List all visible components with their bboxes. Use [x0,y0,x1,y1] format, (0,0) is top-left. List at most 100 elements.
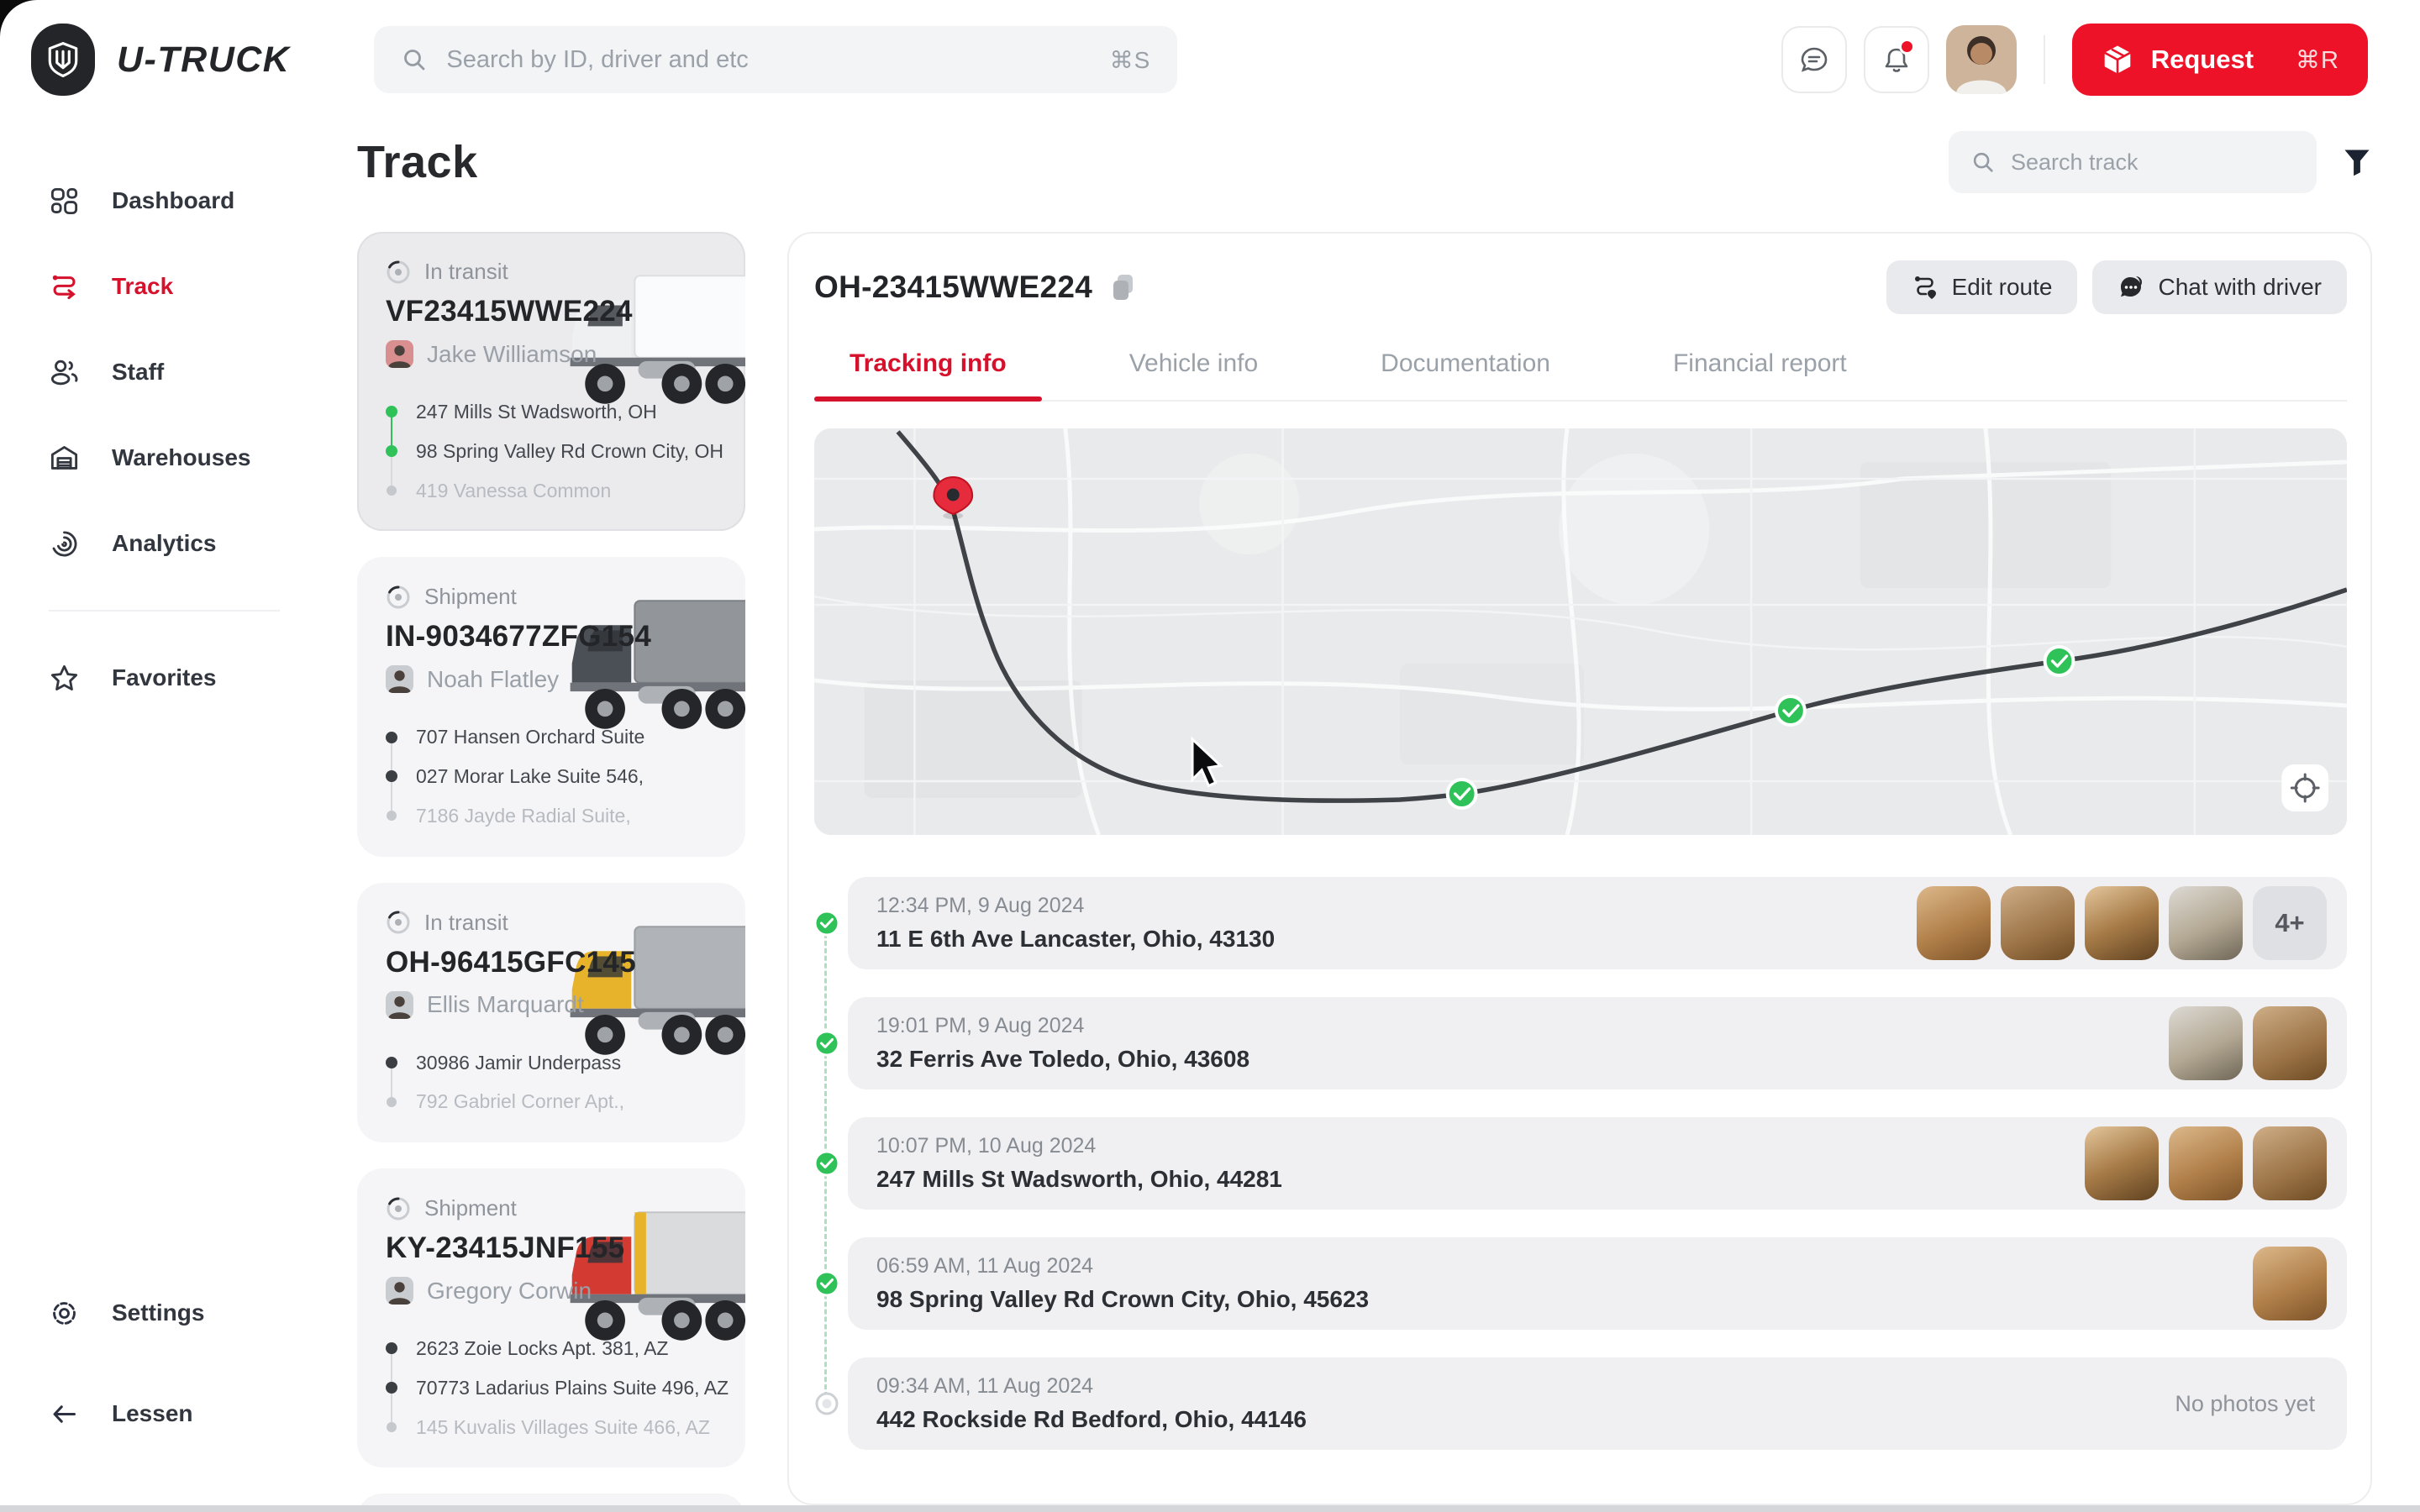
tab-financial-report[interactable]: Financial report [1638,349,1882,400]
photo-thumbnail[interactable] [2253,1126,2327,1200]
topbar-actions: Request ⌘R [1781,24,2368,96]
sidebar-item-dashboard[interactable]: Dashboard [0,158,324,244]
photo-thumbnail[interactable] [2169,886,2243,960]
stop-address: 30986 Jamir Underpass [416,1051,717,1075]
request-button[interactable]: Request ⌘R [2072,24,2368,96]
stop-time: 06:59 AM, 11 Aug 2024 [876,1254,1369,1278]
stop-address: 792 Gabriel Corner Apt., [416,1089,717,1114]
tab-vehicle-info[interactable]: Vehicle info [1094,349,1293,400]
desktop-edge [0,1505,2420,1512]
stop-address: 247 Mills St Wadsworth, Ohio, 44281 [876,1166,1282,1193]
global-search-input[interactable] [446,46,1091,74]
stop-address: 70773 Ladarius Plains Suite 496, AZ [416,1376,717,1400]
route-map[interactable] [814,428,2347,835]
sidebar-item-settings[interactable]: Settings [0,1270,324,1356]
track-search-input[interactable] [2011,150,2295,176]
locate-button[interactable] [2281,764,2328,811]
sidebar-item-label: Settings [112,1299,204,1326]
shipment-status: In transit [424,259,508,285]
user-avatar[interactable] [1946,25,2017,94]
copy-id-button[interactable] [1111,273,1136,302]
detail-tabs: Tracking info Vehicle info Documentation… [814,349,2347,402]
shield-icon [45,40,81,79]
photo-thumbnail[interactable] [1917,886,1991,960]
stop-time: 09:34 AM, 11 Aug 2024 [876,1374,1307,1399]
search-shortcut: ⌘S [1110,46,1151,74]
timeline-stop: 06:59 AM, 11 Aug 2024 98 Spring Valley R… [848,1237,2347,1330]
checkpoint-marker [2045,647,2074,675]
shipment-card[interactable]: In transit OH-96415GFC145 Ellis Marquard… [357,883,745,1143]
photo-thumbnail[interactable] [2169,1126,2243,1200]
sidebar-item-favorites[interactable]: Favorites [0,635,324,721]
tab-documentation[interactable]: Documentation [1345,349,1586,400]
pending-marker-icon [813,1390,840,1417]
driver-avatar [386,991,413,1019]
chat-icon [2118,274,2144,301]
copy-icon [1111,273,1136,302]
stop-address: 419 Vanessa Common [416,479,717,503]
photo-thumbnail[interactable] [2085,1126,2159,1200]
sidebar-item-label: Track [112,273,173,300]
shipment-card[interactable]: In transit VF23415WWE224 Jake Williamson [357,232,745,531]
sidebar-item-label: Analytics [112,530,217,557]
shipment-card[interactable]: Shipment IN-9034677ZFG154 Noah Flatley 7… [357,557,745,856]
photo-thumbnail[interactable] [2253,1006,2327,1080]
sidebar-item-label: Dashboard [112,187,234,214]
sidebar-item-label: Warehouses [112,444,250,471]
driver-name: Gregory Corwin [427,1278,592,1305]
photo-thumbnail[interactable] [2085,886,2159,960]
stop-address: 442 Rockside Rd Bedford, Ohio, 44146 [876,1406,1307,1433]
global-search[interactable]: ⌘S [374,26,1177,93]
driver-name: Jake Williamson [427,341,597,368]
more-photos-badge[interactable]: 4+ [2253,886,2327,960]
sidebar-item-label: Favorites [112,664,217,691]
edit-route-button[interactable]: Edit route [1886,260,2078,314]
sidebar-item-analytics[interactable]: Analytics [0,501,324,586]
photo-thumbnail[interactable] [2169,1006,2243,1080]
driver-avatar [386,1277,413,1305]
route-icon [49,271,80,302]
people-icon [49,357,80,388]
timeline-stop: 19:01 PM, 9 Aug 2024 32 Ferris Ave Toled… [848,997,2347,1089]
shipment-detail-panel: OH-23415WWE224 [787,232,2372,1505]
sidebar-item-staff[interactable]: Staff [0,329,324,415]
stop-photos: 4+ [1917,886,2327,960]
sidebar: Dashboard Track Staff [0,119,324,1505]
shipment-card[interactable]: Shipment KY-23415JNF155 Gregory Corwin 2… [357,1168,745,1467]
no-photos-label: No photos yet [2175,1391,2315,1417]
sidebar-divider [49,610,280,612]
shipment-card[interactable]: In transit IN-51678URE401 Jake Williamso… [357,1494,745,1505]
main-content: Track [324,119,2420,1505]
stop-photos [2085,1126,2327,1200]
sidebar-item-track[interactable]: Track [0,244,324,329]
photo-thumbnail[interactable] [2001,886,2075,960]
sidebar-item-warehouses[interactable]: Warehouses [0,415,324,501]
tracking-timeline: 12:34 PM, 9 Aug 2024 11 E 6th Ave Lancas… [814,877,2347,1470]
gear-icon [49,1298,80,1329]
status-ring-icon [386,910,411,935]
chat-with-driver-button[interactable]: Chat with driver [2092,260,2347,314]
stop-time: 10:07 PM, 10 Aug 2024 [876,1134,1282,1158]
stop-address: 247 Mills St Wadsworth, OH [416,400,717,424]
request-label: Request [2151,45,2254,75]
driver-name: Noah Flatley [427,666,559,693]
shipment-id: VF23415WWE224 [386,295,717,328]
track-search[interactable] [1949,131,2317,193]
sidebar-collapse[interactable]: Lessen [0,1371,324,1457]
status-ring-icon [386,1196,411,1221]
check-marker-icon [813,910,840,937]
shipment-status: In transit [424,910,508,936]
filter-button[interactable] [2342,146,2372,178]
request-shortcut: ⌘R [2296,45,2339,75]
app-window: U-TRUCK ⌘S [0,0,2420,1505]
messages-button[interactable] [1781,26,1847,93]
notification-dot [1899,39,1915,55]
tab-tracking-info[interactable]: Tracking info [814,349,1042,400]
stop-address: 707 Hansen Orchard Suite [416,725,717,749]
stop-address: 11 E 6th Ave Lancaster, Ohio, 43130 [876,926,1275,953]
shipment-id: OH-96415GFC145 [386,946,717,979]
stop-address: 32 Ferris Ave Toledo, Ohio, 43608 [876,1046,1249,1073]
notifications-button[interactable] [1864,26,1929,93]
topbar: U-TRUCK ⌘S [0,0,2420,119]
photo-thumbnail[interactable] [2253,1247,2327,1320]
